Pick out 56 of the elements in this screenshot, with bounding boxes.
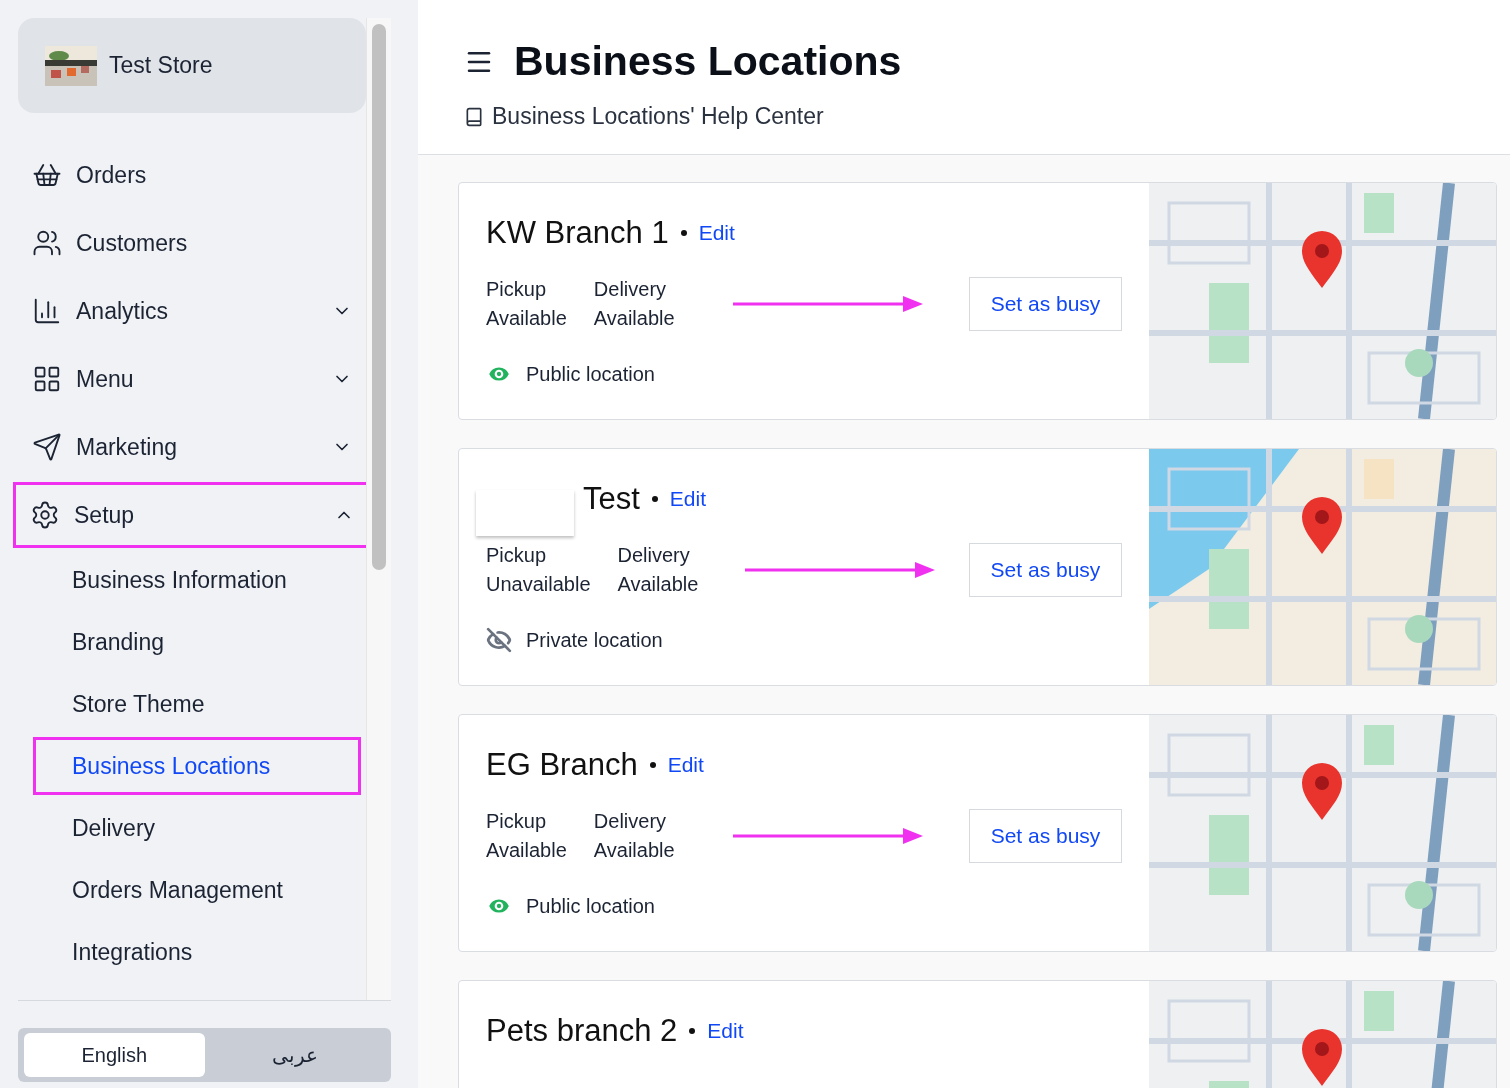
- nav-subitem[interactable]: Business Locations: [36, 740, 358, 792]
- service-label: Delivery: [617, 544, 691, 567]
- service-label: Pickup: [486, 544, 548, 567]
- nav-item[interactable]: Orders: [18, 145, 366, 205]
- service-status: Available: [486, 839, 567, 862]
- edit-link[interactable]: Edit: [698, 221, 735, 245]
- location-name: Pets branch 2: [486, 1013, 678, 1049]
- nav-subitem[interactable]: Business Information: [36, 554, 358, 606]
- edit-link[interactable]: Edit: [667, 753, 704, 777]
- service-status: Available: [593, 307, 675, 330]
- set-busy-button[interactable]: Set as busy: [969, 277, 1122, 331]
- book-icon: [464, 106, 484, 127]
- set-busy-button[interactable]: Set as busy: [969, 809, 1122, 863]
- visibility-label: Public location: [526, 362, 655, 386]
- separator-dot: [680, 230, 687, 236]
- service-status: Unavailable: [486, 573, 591, 596]
- service-label: Pickup: [486, 278, 548, 301]
- nav-subitem[interactable]: Integrations: [36, 926, 358, 978]
- location-name: EG Branch: [486, 747, 638, 783]
- nav-icon: [32, 364, 62, 394]
- help-link[interactable]: Business Locations' Help Center: [464, 103, 1510, 130]
- set-busy-button[interactable]: Set as busy: [969, 543, 1122, 597]
- separator-dot: [651, 496, 658, 502]
- nav-subitem[interactable]: Delivery: [36, 802, 358, 854]
- store-name: Test Store: [109, 52, 213, 79]
- visibility-label: Public location: [526, 894, 655, 918]
- service-label: Pickup: [486, 810, 548, 833]
- nav-subitem[interactable]: Orders Management: [36, 864, 358, 916]
- separator-dot: [689, 1028, 696, 1034]
- nav-item[interactable]: Customers: [18, 213, 366, 273]
- nav-subitem[interactable]: Store Theme: [36, 678, 358, 730]
- nav-icon: [30, 500, 60, 530]
- page-title: Business Locations: [514, 38, 902, 85]
- service-status: Available: [593, 839, 675, 862]
- service-status: Available: [486, 307, 567, 330]
- service-label: Delivery: [593, 810, 668, 833]
- language-option[interactable]: English: [24, 1033, 205, 1077]
- separator-dot: [649, 762, 656, 768]
- nav-icon: [32, 432, 62, 462]
- nav-item[interactable]: Menu: [18, 349, 366, 409]
- visibility-label: Private location: [526, 628, 663, 652]
- nav-icon: [32, 296, 62, 326]
- store-switcher[interactable]: Test Store: [18, 18, 366, 113]
- edit-link[interactable]: Edit: [669, 487, 707, 511]
- nav-item[interactable]: Analytics: [18, 281, 366, 341]
- language-option[interactable]: عربى: [204, 1033, 385, 1077]
- nav-subitem[interactable]: Branding: [36, 616, 358, 668]
- edit-link[interactable]: Edit: [707, 1019, 744, 1043]
- location-name: KW Branch 1: [486, 215, 669, 251]
- scrollbar-thumb[interactable]: [372, 24, 386, 570]
- nav-item[interactable]: Setup: [16, 485, 368, 545]
- nav-icon: [32, 228, 62, 258]
- service-status: Available: [617, 573, 699, 596]
- service-label: Delivery: [593, 278, 668, 301]
- location-name: Test: [583, 481, 640, 517]
- nav-item[interactable]: Marketing: [18, 417, 366, 477]
